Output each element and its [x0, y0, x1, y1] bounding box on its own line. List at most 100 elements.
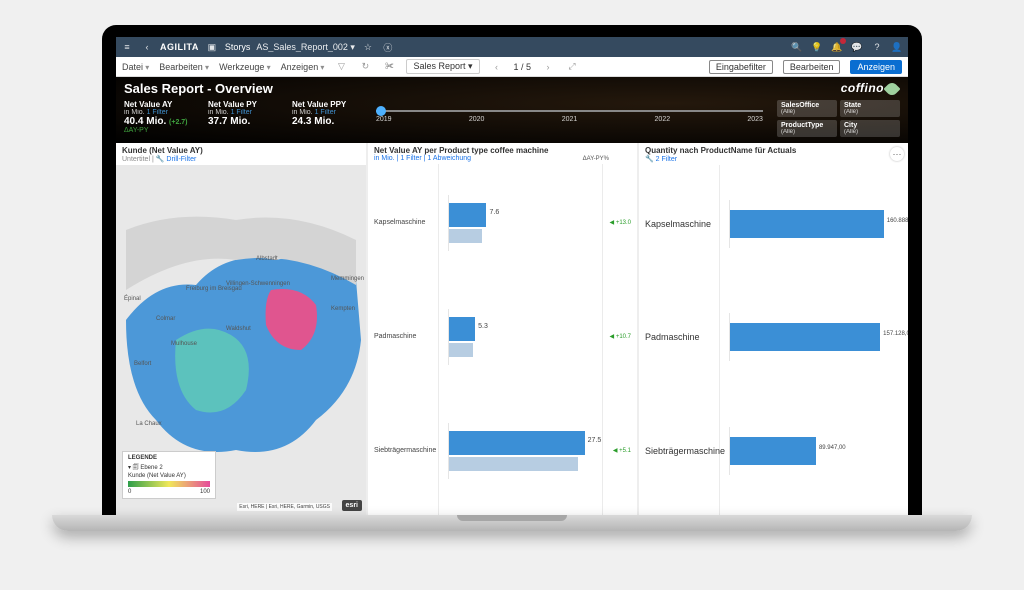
map-credits: Esri, HERE | Esri, HERE, Garmin, USGS: [237, 503, 332, 511]
svg-text:Albstadt: Albstadt: [256, 256, 278, 262]
app-window: ≡ ‹ AGILITA ▣ Storys AS_Sales_Report_002…: [116, 37, 908, 515]
bar-value: 5.3: [478, 323, 488, 330]
vendor-logo: AGILITA: [160, 42, 199, 52]
story-icon[interactable]: ▣: [205, 40, 219, 54]
geo-map[interactable]: Épinal Colmar Freiburg im Breisgau Mulho…: [116, 165, 366, 515]
gradient-bar: [128, 481, 210, 487]
bar-ay: [449, 203, 486, 227]
show-button[interactable]: Anzeigen: [850, 60, 902, 74]
chart-netvalue[interactable]: ΔAY-PY% Kapselmaschine7.6◀ +13.0Padmasch…: [368, 164, 637, 515]
panel-right-title: Quantity nach ProductName für Actuals: [639, 143, 908, 155]
chart-row: Padmaschine5.3◀ +10.7: [374, 280, 631, 394]
scissors-icon[interactable]: ✀: [382, 60, 396, 74]
kpi-net-value-ppy: Net Value PPY in Mio. 1 Filter 24.3 Mio.: [292, 100, 362, 127]
chart-row: Kapselmaschine 160.888,00: [645, 167, 902, 281]
menu-tools[interactable]: Werkzeuge: [219, 62, 271, 72]
chip-state[interactable]: State(Alle): [840, 100, 900, 117]
bar-ay: [449, 317, 475, 341]
menubar: Datei Bearbeiten Werkzeuge Anzeigen ▽ ↻ …: [116, 57, 908, 77]
page-indicator: 1 / 5: [514, 62, 532, 72]
menu-edit[interactable]: Bearbeiten: [159, 62, 209, 72]
bar: [730, 437, 816, 465]
bar-py: [449, 343, 473, 357]
delta-header: ΔAY-PY%: [583, 156, 609, 162]
svg-text:Épinal: Épinal: [124, 295, 141, 302]
chat-icon[interactable]: 💬: [850, 40, 864, 54]
bar-area: 160.888,00: [729, 200, 902, 248]
back-icon[interactable]: ‹: [140, 40, 154, 54]
drill-filter-link[interactable]: Drill-Filter: [166, 156, 196, 163]
chip-producttype[interactable]: ProductType(Alle): [777, 120, 837, 137]
delta-value: ◀ +5.1: [601, 447, 631, 454]
bar-value: 27.5: [588, 437, 602, 444]
chip-salesoffice[interactable]: SalesOffice(Alle): [777, 100, 837, 117]
chart-row: Siebträgermaschine 27.5 ◀ +5.1: [374, 394, 631, 508]
refresh-icon[interactable]: ↻: [358, 60, 372, 74]
bar-ay: [449, 431, 585, 455]
menu-file[interactable]: Datei: [122, 62, 149, 72]
page-next-icon[interactable]: ›: [541, 60, 555, 74]
svg-text:La Chaux: La Chaux: [136, 421, 162, 427]
panel-netvalue-product: Net Value AY per Product type coffee mac…: [368, 143, 637, 515]
filter-chips: SalesOffice(Alle) State(Alle) ProductTyp…: [777, 100, 900, 137]
chart-row: Siebträgermaschine89.947,00: [645, 394, 902, 508]
help-icon[interactable]: ?: [870, 40, 884, 54]
menu-icon[interactable]: ≡: [120, 40, 134, 54]
bar-value: 160.888,00: [887, 218, 908, 224]
panel-map-title: Kunde (Net Value AY): [116, 143, 366, 155]
svg-text:Memmingen: Memmingen: [331, 276, 364, 282]
year-timeline[interactable]: 2019 2020 2021 2022 2023: [376, 100, 763, 123]
search-icon[interactable]: 🔍: [790, 40, 804, 54]
kpi-filter-link[interactable]: 1 Filter: [231, 109, 252, 116]
panel-quantity-product: ⋯ Quantity nach ProductName für Actuals …: [639, 143, 908, 515]
input-filter-button[interactable]: Eingabefilter: [709, 60, 773, 74]
edit-button[interactable]: Bearbeiten: [783, 60, 841, 74]
chart-quantity[interactable]: Kapselmaschine160.888,00Padmaschine157.1…: [639, 165, 908, 515]
page-prev-icon[interactable]: ‹: [490, 60, 504, 74]
menu-view[interactable]: Anzeigen: [281, 62, 325, 72]
lightbulb-icon[interactable]: 💡: [810, 40, 824, 54]
category-label: Siebträgermaschine: [374, 447, 444, 454]
storys-label[interactable]: Storys: [225, 42, 251, 52]
bar-value: 7.6: [489, 209, 499, 216]
svg-text:Villingen-Schwenningen: Villingen-Schwenningen: [226, 281, 290, 287]
document-name[interactable]: AS_Sales_Report_002 ▾: [256, 42, 355, 53]
kpi-net-value-py: Net Value PY in Mio. 1 Filter 37.7 Mio.: [208, 100, 278, 127]
bar-value: 157.128,00: [883, 331, 908, 337]
favorite-icon[interactable]: ☆: [361, 40, 375, 54]
laptop-base: [52, 515, 972, 531]
more-icon[interactable]: ⋯: [890, 147, 904, 161]
bar-area: 157.128,00: [729, 313, 902, 361]
bar-area: 27.5: [448, 423, 597, 479]
kpi-filter-link[interactable]: 1 Filter: [315, 109, 336, 116]
panel-right-subtitle[interactable]: 2 Filter: [656, 156, 677, 163]
panel-mid-subtitle[interactable]: in Mio. | 1 Filter | 1 Abweichung: [374, 155, 471, 162]
svg-text:Waldshut: Waldshut: [226, 326, 251, 332]
panel-map-subtitle: Untertitel | 🔧 Drill-Filter: [116, 155, 366, 165]
bar: [730, 323, 880, 351]
svg-text:Mulhouse: Mulhouse: [171, 341, 198, 347]
user-icon[interactable]: 👤: [890, 40, 904, 54]
panel-mid-title: Net Value AY per Product type coffee mac…: [368, 143, 637, 155]
bar-py: [449, 229, 482, 243]
bar-area: 5.3: [448, 309, 597, 365]
kpi-net-value-ay: Net Value AY in Mio. 1 Filter 40.4 Mio. …: [124, 100, 194, 134]
notifications-icon[interactable]: 🔔: [830, 40, 844, 54]
report-header: coffino Sales Report - Overview Net Valu…: [116, 77, 908, 143]
svg-text:Colmar: Colmar: [156, 316, 175, 322]
bar-py: [449, 457, 578, 471]
page-selector[interactable]: Sales Report ▾: [406, 59, 479, 74]
bar-area: 7.6: [448, 195, 597, 251]
esri-badge: esri: [342, 500, 362, 511]
panel-map: Kunde (Net Value AY) Untertitel | 🔧 Dril…: [116, 143, 366, 515]
category-label: Kapselmaschine: [645, 219, 725, 229]
kpi-filter-link[interactable]: 1 Filter: [147, 109, 168, 116]
close-circle-icon[interactable]: ⓧ: [381, 40, 395, 54]
fullscreen-icon[interactable]: ⤢: [565, 60, 579, 74]
chip-city[interactable]: City(Alle): [840, 120, 900, 137]
svg-text:Belfort: Belfort: [134, 361, 152, 367]
category-label: Padmaschine: [374, 333, 444, 340]
filter-icon[interactable]: ▽: [334, 60, 348, 74]
delta-value: ◀ +13.0: [601, 219, 631, 226]
bar-area: 89.947,00: [729, 427, 902, 475]
